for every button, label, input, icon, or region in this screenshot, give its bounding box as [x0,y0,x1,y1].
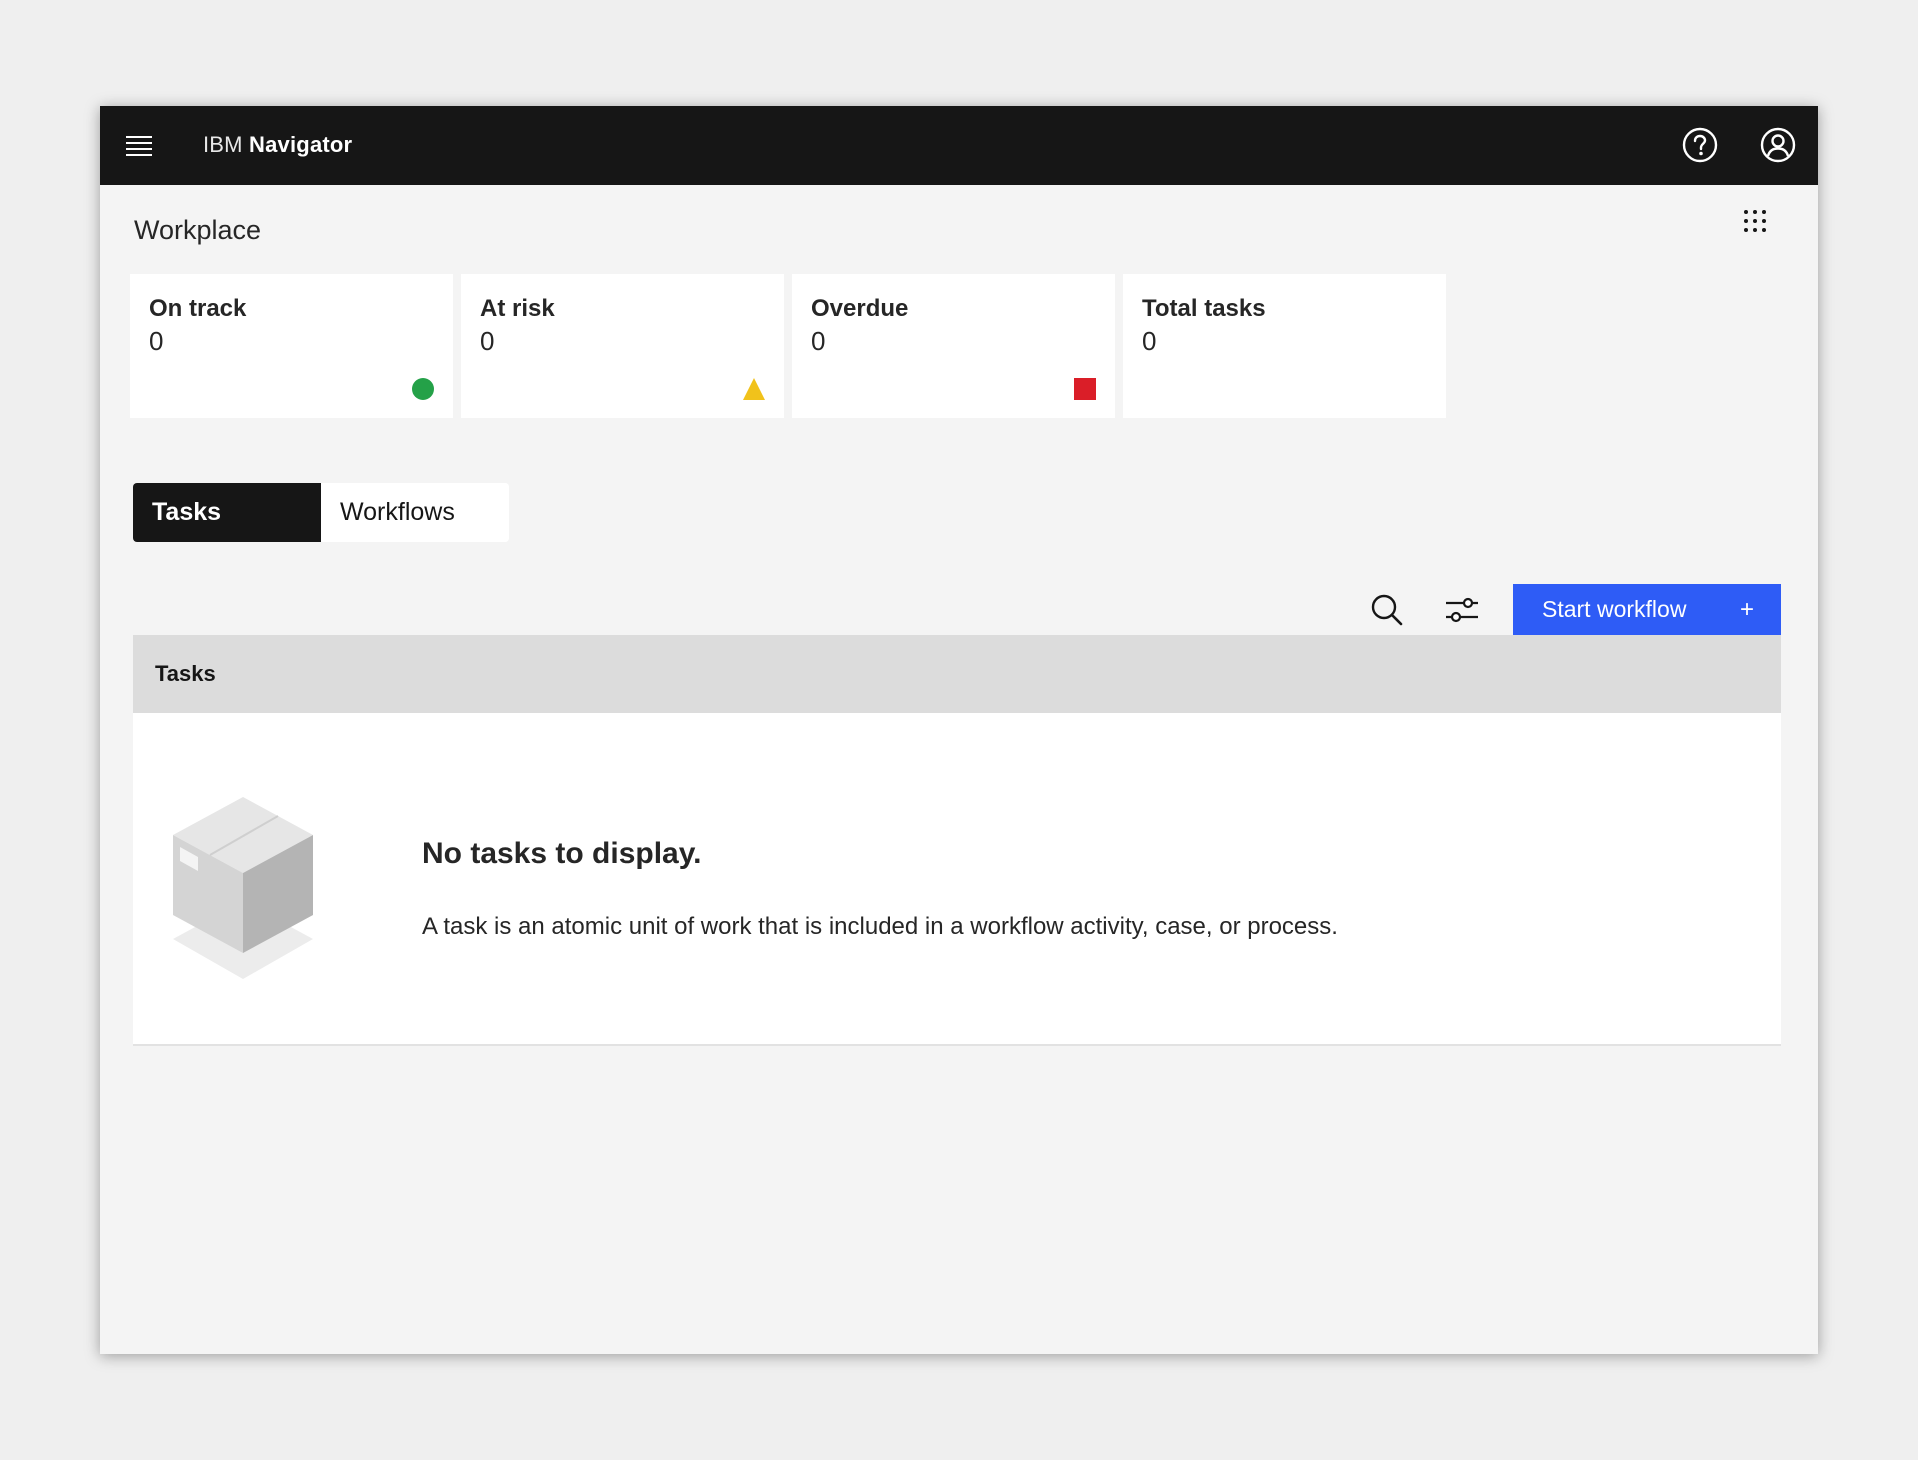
tile-overdue[interactable]: Overdue 0 [792,274,1115,418]
table-header-label: Tasks [155,661,216,686]
tile-label: Overdue [811,295,909,322]
page-title: Workplace [134,215,262,245]
tile-label: At risk [480,295,555,322]
tile-label: On track [149,295,247,322]
at-risk-triangle-icon [743,378,765,400]
tile-value: 0 [811,326,826,356]
tile-value: 0 [149,326,164,356]
app-window: IBM Navigator Workplace On track 0 At ri… [100,106,1818,1354]
tab-workflows[interactable]: Workflows [321,483,509,542]
empty-state: No tasks to display. A task is an atomic… [133,713,1781,1046]
empty-state-description: A task is an atomic unit of work that is… [422,913,1338,940]
add-icon: + [1739,596,1754,623]
tile-value: 0 [1142,326,1157,356]
help-icon[interactable] [1681,126,1719,164]
tile-at-risk[interactable]: At risk 0 [461,274,784,418]
content-switcher: Tasks Workflows [133,483,509,542]
on-track-circle-icon [412,378,434,400]
start-workflow-button[interactable]: Start workflow + [1513,584,1781,635]
menu-icon[interactable] [126,133,152,157]
empty-box-icon [173,797,313,979]
top-navigation-bar: IBM Navigator [100,106,1818,185]
start-workflow-label: Start workflow [1542,596,1687,622]
empty-state-title: No tasks to display. [422,837,702,870]
table-header: Tasks [133,635,1781,713]
tile-on-track[interactable]: On track 0 [130,274,453,418]
user-avatar-icon[interactable] [1759,126,1797,164]
product-name[interactable]: IBM Navigator [203,130,352,160]
tab-tasks[interactable]: Tasks [133,483,321,542]
filter-settings-icon[interactable] [1442,590,1482,630]
brand-product: Navigator [249,132,353,157]
overdue-square-icon [1074,378,1096,400]
search-icon[interactable] [1367,590,1407,630]
tile-label: Total tasks [1142,295,1266,322]
brand-prefix: IBM [203,132,243,157]
app-grid-icon[interactable] [1742,208,1768,234]
tile-total-tasks[interactable]: Total tasks 0 [1123,274,1446,418]
tile-value: 0 [480,326,495,356]
